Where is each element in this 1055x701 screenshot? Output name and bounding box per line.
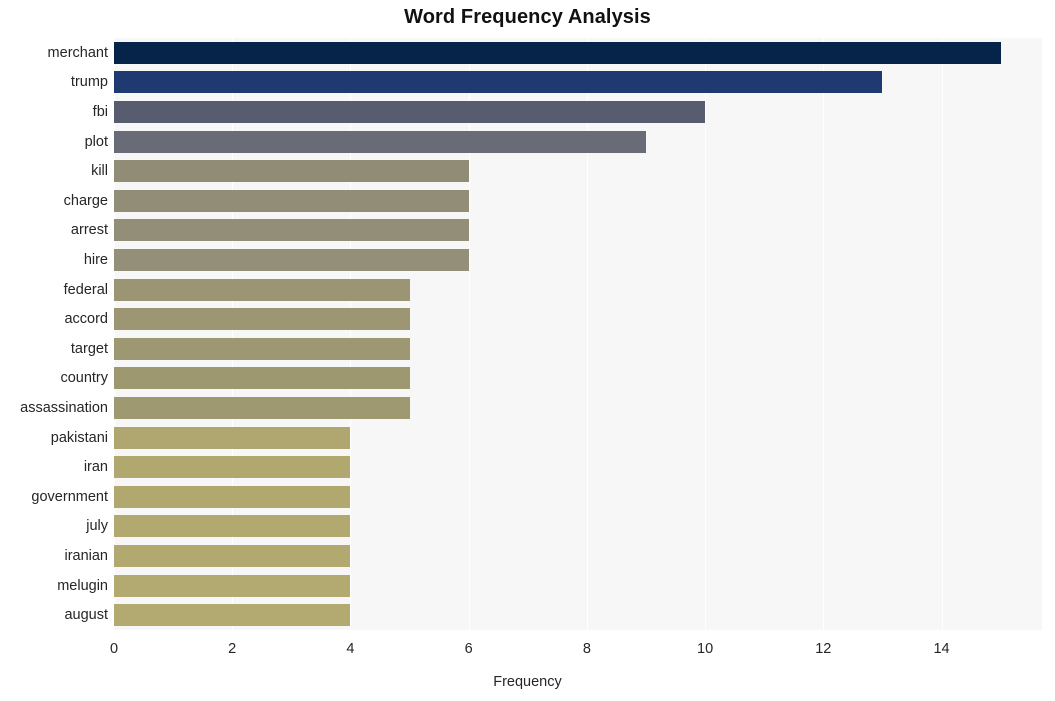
x-axis-tick-label: 10 (697, 641, 714, 657)
bar (114, 130, 646, 153)
bar (114, 574, 351, 597)
y-axis-tick-label: fbi (92, 104, 108, 120)
y-axis-tick-label: assassination (20, 400, 108, 416)
y-axis-tick-label: july (86, 518, 108, 535)
y-axis-tick-labels: merchant trump fbi plot kill charge arrest hire… (0, 38, 108, 630)
word-frequency-chart: Word Frequency Analysis merchant trump fbi… (0, 0, 1055, 701)
y-axis-tick-label: melugin (57, 577, 108, 594)
chart-title: Word Frequency Analysis (404, 6, 651, 28)
bar (114, 456, 351, 479)
y-axis-tick-label: merchant (47, 44, 108, 61)
bar (114, 545, 351, 567)
x-axis-tick-label: 2 (228, 641, 237, 657)
y-axis-tick-label: charge (63, 192, 108, 209)
y-axis-tick-label: government (31, 488, 108, 505)
y-axis-tick-label: plot (84, 133, 108, 150)
bar (114, 308, 410, 331)
y-axis-tick-label: country (60, 370, 108, 387)
bar-series (114, 38, 1042, 630)
x-axis-tick-label: 4 (346, 641, 355, 657)
bar (114, 160, 469, 183)
x-axis-tick-label: 6 (464, 641, 473, 657)
x-axis-tick-label: 14 (933, 641, 950, 657)
x-axis-tick-label: 0 (109, 641, 119, 657)
x-axis-tick-label: 8 (582, 641, 591, 657)
bar (114, 249, 469, 271)
x-axis-title: Frequency (493, 674, 562, 690)
bar (114, 278, 410, 301)
bar (114, 219, 469, 242)
bar (114, 397, 410, 419)
bar (114, 189, 469, 212)
bar (114, 485, 351, 508)
bar (114, 41, 1001, 64)
bar (114, 337, 410, 360)
plot-area (114, 38, 1042, 630)
x-axis-tick-labels: 0 2 4 6 8 10 12 14 (0, 638, 1055, 660)
y-axis-tick-label: trump (70, 74, 108, 91)
x-axis-tick-label: 12 (815, 641, 832, 657)
y-axis-tick-label: pakistani (50, 429, 108, 446)
bar (114, 426, 351, 449)
y-axis-tick-label: arrest (70, 222, 108, 239)
bar (114, 367, 410, 390)
y-axis-tick-label: iran (83, 459, 108, 476)
y-axis-tick-label: august (64, 607, 108, 624)
y-axis-tick-label: kill (91, 163, 108, 180)
bar (114, 515, 351, 538)
bar (114, 604, 351, 627)
y-axis-tick-label: accord (64, 311, 108, 328)
y-axis-tick-label: target (70, 340, 108, 357)
bar (114, 101, 706, 123)
bar (114, 71, 883, 94)
y-axis-tick-label: iranian (64, 548, 108, 564)
y-axis-tick-label: federal (63, 281, 108, 298)
y-axis-tick-label: hire (83, 252, 108, 268)
